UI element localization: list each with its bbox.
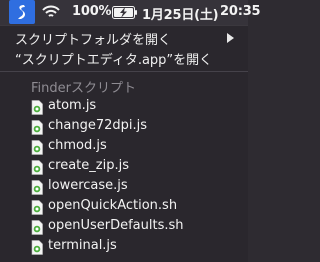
script-menu-icon <box>18 5 26 19</box>
wifi-icon[interactable] <box>42 5 60 19</box>
menubar-date[interactable]: 1月25日(土) <box>142 4 219 23</box>
script-item-open-quick-action[interactable]: openQuickAction.sh <box>0 197 248 218</box>
script-item-label: lowercase.js <box>48 178 128 193</box>
menu-separator <box>0 71 248 72</box>
open-script-folder-item[interactable]: スクリプトフォルダを開く <box>0 27 248 48</box>
script-item-change72dpi[interactable]: change72dpi.js <box>0 117 248 138</box>
script-item-open-user-defaults[interactable]: openUserDefaults.sh <box>0 217 248 238</box>
battery-charging-icon[interactable] <box>112 6 138 19</box>
script-item-label: atom.js <box>48 98 97 113</box>
open-script-editor-item[interactable]: “スクリプトエディタ.app”を開く <box>0 47 248 68</box>
script-item-lowercase[interactable]: lowercase.js <box>0 177 248 198</box>
shell-script-icon <box>31 200 43 215</box>
js-script-icon <box>31 140 43 155</box>
menu-item-label: スクリプトフォルダを開く <box>15 33 172 48</box>
script-menu-dropdown: スクリプトフォルダを開く “スクリプトエディタ.app”を開く Finderスク… <box>0 25 248 262</box>
menubar-time[interactable]: 20:35 <box>220 4 261 19</box>
script-item-label: chmod.js <box>48 138 107 153</box>
script-item-create-zip[interactable]: create_zip.js <box>0 157 248 178</box>
script-menu-button[interactable] <box>9 0 35 24</box>
script-item-label: terminal.js <box>48 238 117 253</box>
menu-item-label: “スクリプトエディタ.app”を開く <box>15 53 213 68</box>
battery-percent[interactable]: 100% <box>72 4 112 19</box>
submenu-arrow-icon <box>227 33 234 43</box>
script-item-label: openUserDefaults.sh <box>48 218 184 233</box>
script-item-atom[interactable]: atom.js <box>0 97 248 118</box>
js-script-icon <box>31 160 43 175</box>
js-script-icon <box>31 120 43 135</box>
shell-script-icon <box>31 220 43 235</box>
script-item-label: create_zip.js <box>48 158 129 173</box>
script-item-label: change72dpi.js <box>48 118 148 133</box>
finder-scripts-section-title: Finderスクリプト <box>31 81 136 96</box>
script-item-label: openQuickAction.sh <box>48 198 178 213</box>
menu-bar: 100% 1月25日(土) 20:35 <box>0 0 261 25</box>
script-item-terminal[interactable]: terminal.js <box>0 237 248 258</box>
js-script-icon <box>31 100 43 115</box>
js-script-icon <box>31 180 43 195</box>
script-item-chmod[interactable]: chmod.js <box>0 137 248 158</box>
js-script-icon <box>31 240 43 255</box>
